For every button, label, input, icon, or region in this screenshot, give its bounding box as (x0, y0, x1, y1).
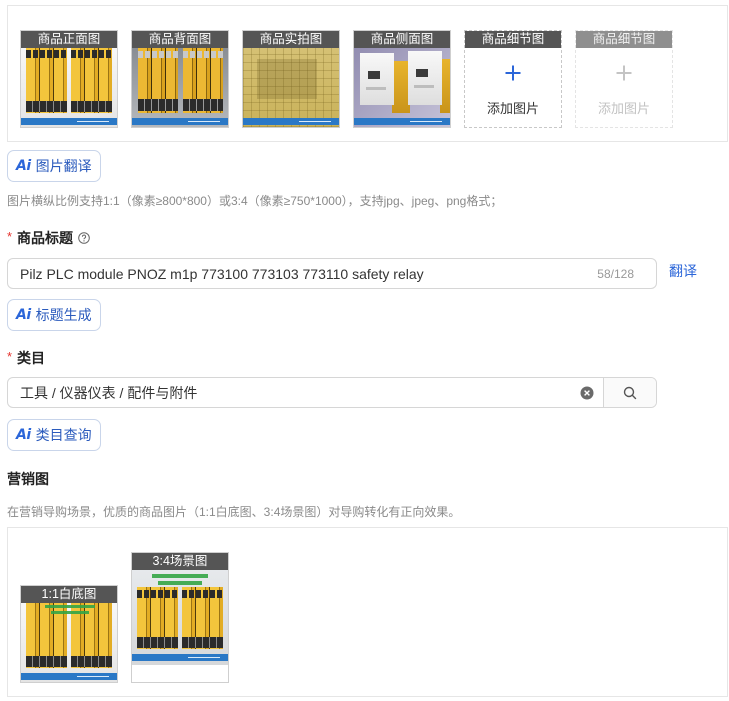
slot-label: 商品侧面图 (354, 31, 450, 48)
button-label: 标题生成 (35, 307, 92, 323)
ai-logo: Ai (16, 427, 31, 443)
marketing-slot-white-bg[interactable]: 1:1白底图 (20, 585, 118, 683)
image-slot-back[interactable]: 商品背面图 (131, 30, 229, 128)
required-mark: * (7, 229, 13, 244)
add-image-label: 添加图片 (486, 101, 539, 116)
slot-label: 3:4场景图 (132, 553, 228, 570)
slot-label: 1:1白底图 (21, 586, 117, 603)
marketing-image-uploader: 1:1白底图 3:4场景图 (7, 527, 728, 697)
category-value: 工具 / 仪器仪表 / 配件与附件 (20, 384, 198, 401)
title-label-row: * 商品标题 (7, 229, 90, 247)
marketing-slot-scene[interactable]: 3:4场景图 (131, 552, 229, 683)
marketing-heading: 营销图 (7, 471, 49, 487)
title-label: 商品标题 (17, 230, 73, 246)
title-generate-button[interactable]: Ai 标题生成 (7, 299, 101, 331)
category-selector[interactable]: 工具 / 仪器仪表 / 配件与附件 (8, 378, 603, 407)
translate-title-link[interactable]: 翻译 (669, 262, 697, 280)
category-select: 工具 / 仪器仪表 / 配件与附件 (7, 377, 657, 408)
plus-icon (505, 65, 521, 81)
plus-icon (616, 65, 632, 81)
close-circle-icon[interactable] (580, 386, 594, 400)
title-input[interactable] (20, 259, 590, 288)
search-icon (623, 386, 637, 399)
slot-label: 商品实拍图 (243, 31, 339, 48)
image-translate-button[interactable]: Ai 图片翻译 (7, 150, 101, 182)
slot-label: 商品细节图 (465, 31, 561, 48)
button-label: 图片翻译 (35, 158, 92, 174)
image-slot-front[interactable]: 商品正面图 (20, 30, 118, 128)
add-image-label: 添加图片 (597, 101, 650, 116)
marketing-hint: 在营销导购场景，优质的商品图片（1:1白底图、3:4场景图）对导购转化有正向效果… (7, 505, 461, 519)
image-slot-real[interactable]: 商品实拍图 (242, 30, 340, 128)
category-label-row: * 类目 (7, 349, 45, 367)
required-mark: * (7, 349, 13, 364)
button-label: 类目查询 (35, 427, 92, 443)
slot-label: 商品正面图 (21, 31, 117, 48)
image-slot-detail-disabled: 商品细节图 添加图片 (575, 30, 673, 128)
main-image-uploader: 商品正面图 商品背面图 商品实拍图 商品侧面图 商品细节图 添加图片 商品细节图… (7, 5, 728, 142)
category-search-button[interactable] (603, 378, 656, 407)
category-query-button[interactable]: Ai 类目查询 (7, 419, 101, 451)
question-circle-icon[interactable] (78, 232, 90, 244)
slot-label: 商品背面图 (132, 31, 228, 48)
image-slot-detail-add[interactable]: 商品细节图 添加图片 (464, 30, 562, 128)
category-label: 类目 (17, 350, 45, 366)
slot-label: 商品细节图 (576, 31, 672, 48)
ai-logo: Ai (16, 307, 31, 323)
image-slot-side[interactable]: 商品侧面图 (353, 30, 451, 128)
ai-logo: Ai (16, 158, 31, 174)
image-format-hint: 图片横纵比例支持1:1（像素≥800*800）或3:4（像素≥750*1000）… (7, 194, 503, 208)
title-input-wrapper: 58/128 (7, 258, 657, 289)
char-counter: 58/128 (597, 266, 634, 281)
